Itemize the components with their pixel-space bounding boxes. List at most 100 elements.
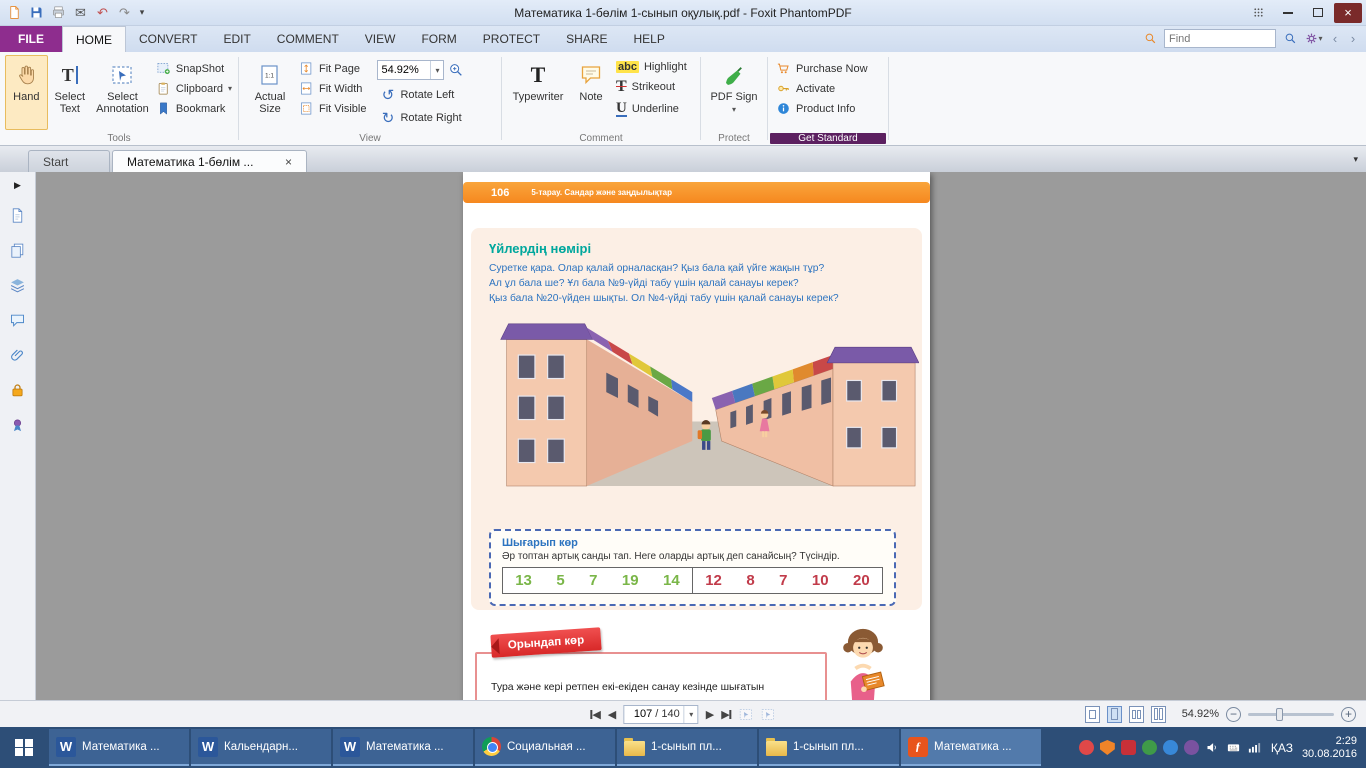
language-indicator[interactable]: ҚАЗ [1271,741,1293,755]
red-app-icon[interactable] [1121,740,1136,755]
tab-protect[interactable]: PROTECT [470,26,553,52]
continuous-view-icon[interactable] [1107,706,1122,723]
gear-icon[interactable]: ▾ [1304,29,1324,48]
new-document-icon[interactable] [5,3,24,22]
security-panel-button[interactable] [8,380,28,400]
snapshot-button[interactable]: SnapShot [153,60,235,77]
maximize-button[interactable] [1304,3,1332,23]
pdf-sign-button[interactable]: PDF Sign ▾ [706,55,762,130]
highlight-button[interactable]: abcHighlight [613,60,690,74]
tab-home[interactable]: HOME [62,26,126,52]
note-button[interactable]: Note [569,55,613,130]
touch-mode-icon[interactable] [1244,3,1272,23]
attachments-panel-button[interactable] [8,345,28,365]
zoom-input[interactable] [378,64,430,76]
network-icon[interactable] [1247,740,1262,755]
taskbar-item-folder-1[interactable]: 1-сынып пл... [617,729,757,766]
clipboard-button[interactable]: Clipboard▾ [153,80,235,97]
tab-comment[interactable]: COMMENT [264,26,352,52]
bookmarks-panel-button[interactable] [8,205,28,225]
taskbar-item-folder-2[interactable]: 1-сынып пл... [759,729,899,766]
ribbon-scroll-left-icon[interactable]: ‹ [1328,31,1342,46]
zoom-in-button[interactable]: + [1341,707,1356,722]
fit-width-button[interactable]: Fit Width [296,80,369,97]
facing-view-icon[interactable] [1129,706,1144,723]
expand-panel-arrow-icon[interactable]: ▶ [14,180,21,190]
zoom-in-icon[interactable] [448,62,464,78]
doc-tab-active[interactable]: Математика 1-бөлім ... × [112,150,307,172]
strikeout-button[interactable]: TStrikeout [613,77,690,97]
hand-tool-button[interactable]: Hand [5,55,48,130]
find-options-icon[interactable] [1140,29,1160,48]
fit-visible-button[interactable]: Fit Visible [296,100,369,117]
zoom-combobox[interactable]: ▾ [377,60,444,80]
purchase-now-button[interactable]: Purchase Now [773,60,871,77]
single-page-view-icon[interactable] [1085,706,1100,723]
tab-share[interactable]: SHARE [553,26,620,52]
redo-icon[interactable]: ↷ [115,3,134,22]
bookmark-button[interactable]: Bookmark [153,100,235,117]
qat-customize-caret-icon[interactable]: ▾ [137,3,147,22]
tab-help[interactable]: HELP [620,26,677,52]
zoom-slider-handle[interactable] [1276,708,1283,721]
green-app-icon[interactable] [1142,740,1157,755]
pages-panel-button[interactable] [8,240,28,260]
undo-icon[interactable]: ↶ [93,3,112,22]
tab-list-chevron-icon[interactable]: ▾ [1353,154,1358,165]
zoom-out-button[interactable]: − [1226,707,1241,722]
zoom-slider[interactable] [1248,707,1334,721]
tab-view[interactable]: VIEW [352,26,409,52]
continuous-facing-view-icon[interactable] [1151,706,1166,723]
taskbar-item-foxit[interactable]: ƒ Математика ... [901,729,1041,766]
rotate-right-button[interactable]: ↻Rotate Right [377,108,464,128]
ribbon-scroll-right-icon[interactable]: › [1346,31,1360,46]
antivirus-red-icon[interactable] [1079,740,1094,755]
tab-file[interactable]: FILE [0,26,62,52]
blue-app-icon[interactable] [1163,740,1178,755]
signatures-panel-button[interactable] [8,415,28,435]
taskbar-clock[interactable]: 2:29 30.08.2016 [1302,735,1357,761]
save-icon[interactable] [27,3,46,22]
comments-panel-button[interactable] [8,310,28,330]
typewriter-button[interactable]: T Typewriter [507,55,569,130]
speaker-icon[interactable] [1205,740,1220,755]
page-number-combobox[interactable]: / 140 ▾ [623,705,698,724]
layers-panel-button[interactable] [8,275,28,295]
select-text-button[interactable]: T Select Text [48,55,92,130]
chevron-down-icon[interactable]: ▾ [684,706,698,723]
start-button[interactable] [0,727,48,768]
keyboard-icon[interactable] [1226,740,1241,755]
fit-page-button[interactable]: Fit Page [296,60,369,77]
actual-size-button[interactable]: Actual Size [244,55,296,130]
product-info-button[interactable]: Product Info [773,100,871,117]
previous-view-icon[interactable] [739,707,754,722]
next-view-icon[interactable] [761,707,776,722]
pdf-page[interactable]: 106 5-тарау. Сандар және заңдылықтар Үйл… [463,172,930,700]
taskbar-item-word-2[interactable]: W Кальендарн... [191,729,331,766]
tab-form[interactable]: FORM [408,26,469,52]
document-canvas[interactable]: 106 5-тарау. Сандар және заңдылықтар Үйл… [36,172,1366,700]
first-page-button[interactable]: ◀ [590,708,600,721]
previous-page-button[interactable]: ◀ [608,708,616,721]
taskbar-item-chrome[interactable]: Социальная ... [475,729,615,766]
taskbar-item-word-3[interactable]: W Математика ... [333,729,473,766]
find-input[interactable] [1164,29,1276,48]
search-icon[interactable] [1280,29,1300,48]
rotate-left-button[interactable]: ↺Rotate Left [377,85,464,105]
close-button[interactable]: × [1334,3,1362,23]
purple-app-icon[interactable] [1184,740,1199,755]
tab-convert[interactable]: CONVERT [126,26,210,52]
tab-edit[interactable]: EDIT [210,26,263,52]
select-annotation-button[interactable]: Select Annotation [92,55,153,130]
page-number-input[interactable] [628,708,652,720]
chevron-down-icon[interactable]: ▾ [430,61,443,79]
next-page-button[interactable]: ▶ [706,708,714,721]
minimize-button[interactable] [1274,3,1302,23]
print-icon[interactable] [49,3,68,22]
taskbar-item-word-1[interactable]: W Математика ... [49,729,189,766]
doc-tab-start[interactable]: Start [28,150,110,172]
activate-button[interactable]: Activate [773,80,871,97]
underline-button[interactable]: UUnderline [613,100,690,118]
shield-orange-icon[interactable] [1100,740,1115,755]
email-icon[interactable]: ✉ [71,3,90,22]
